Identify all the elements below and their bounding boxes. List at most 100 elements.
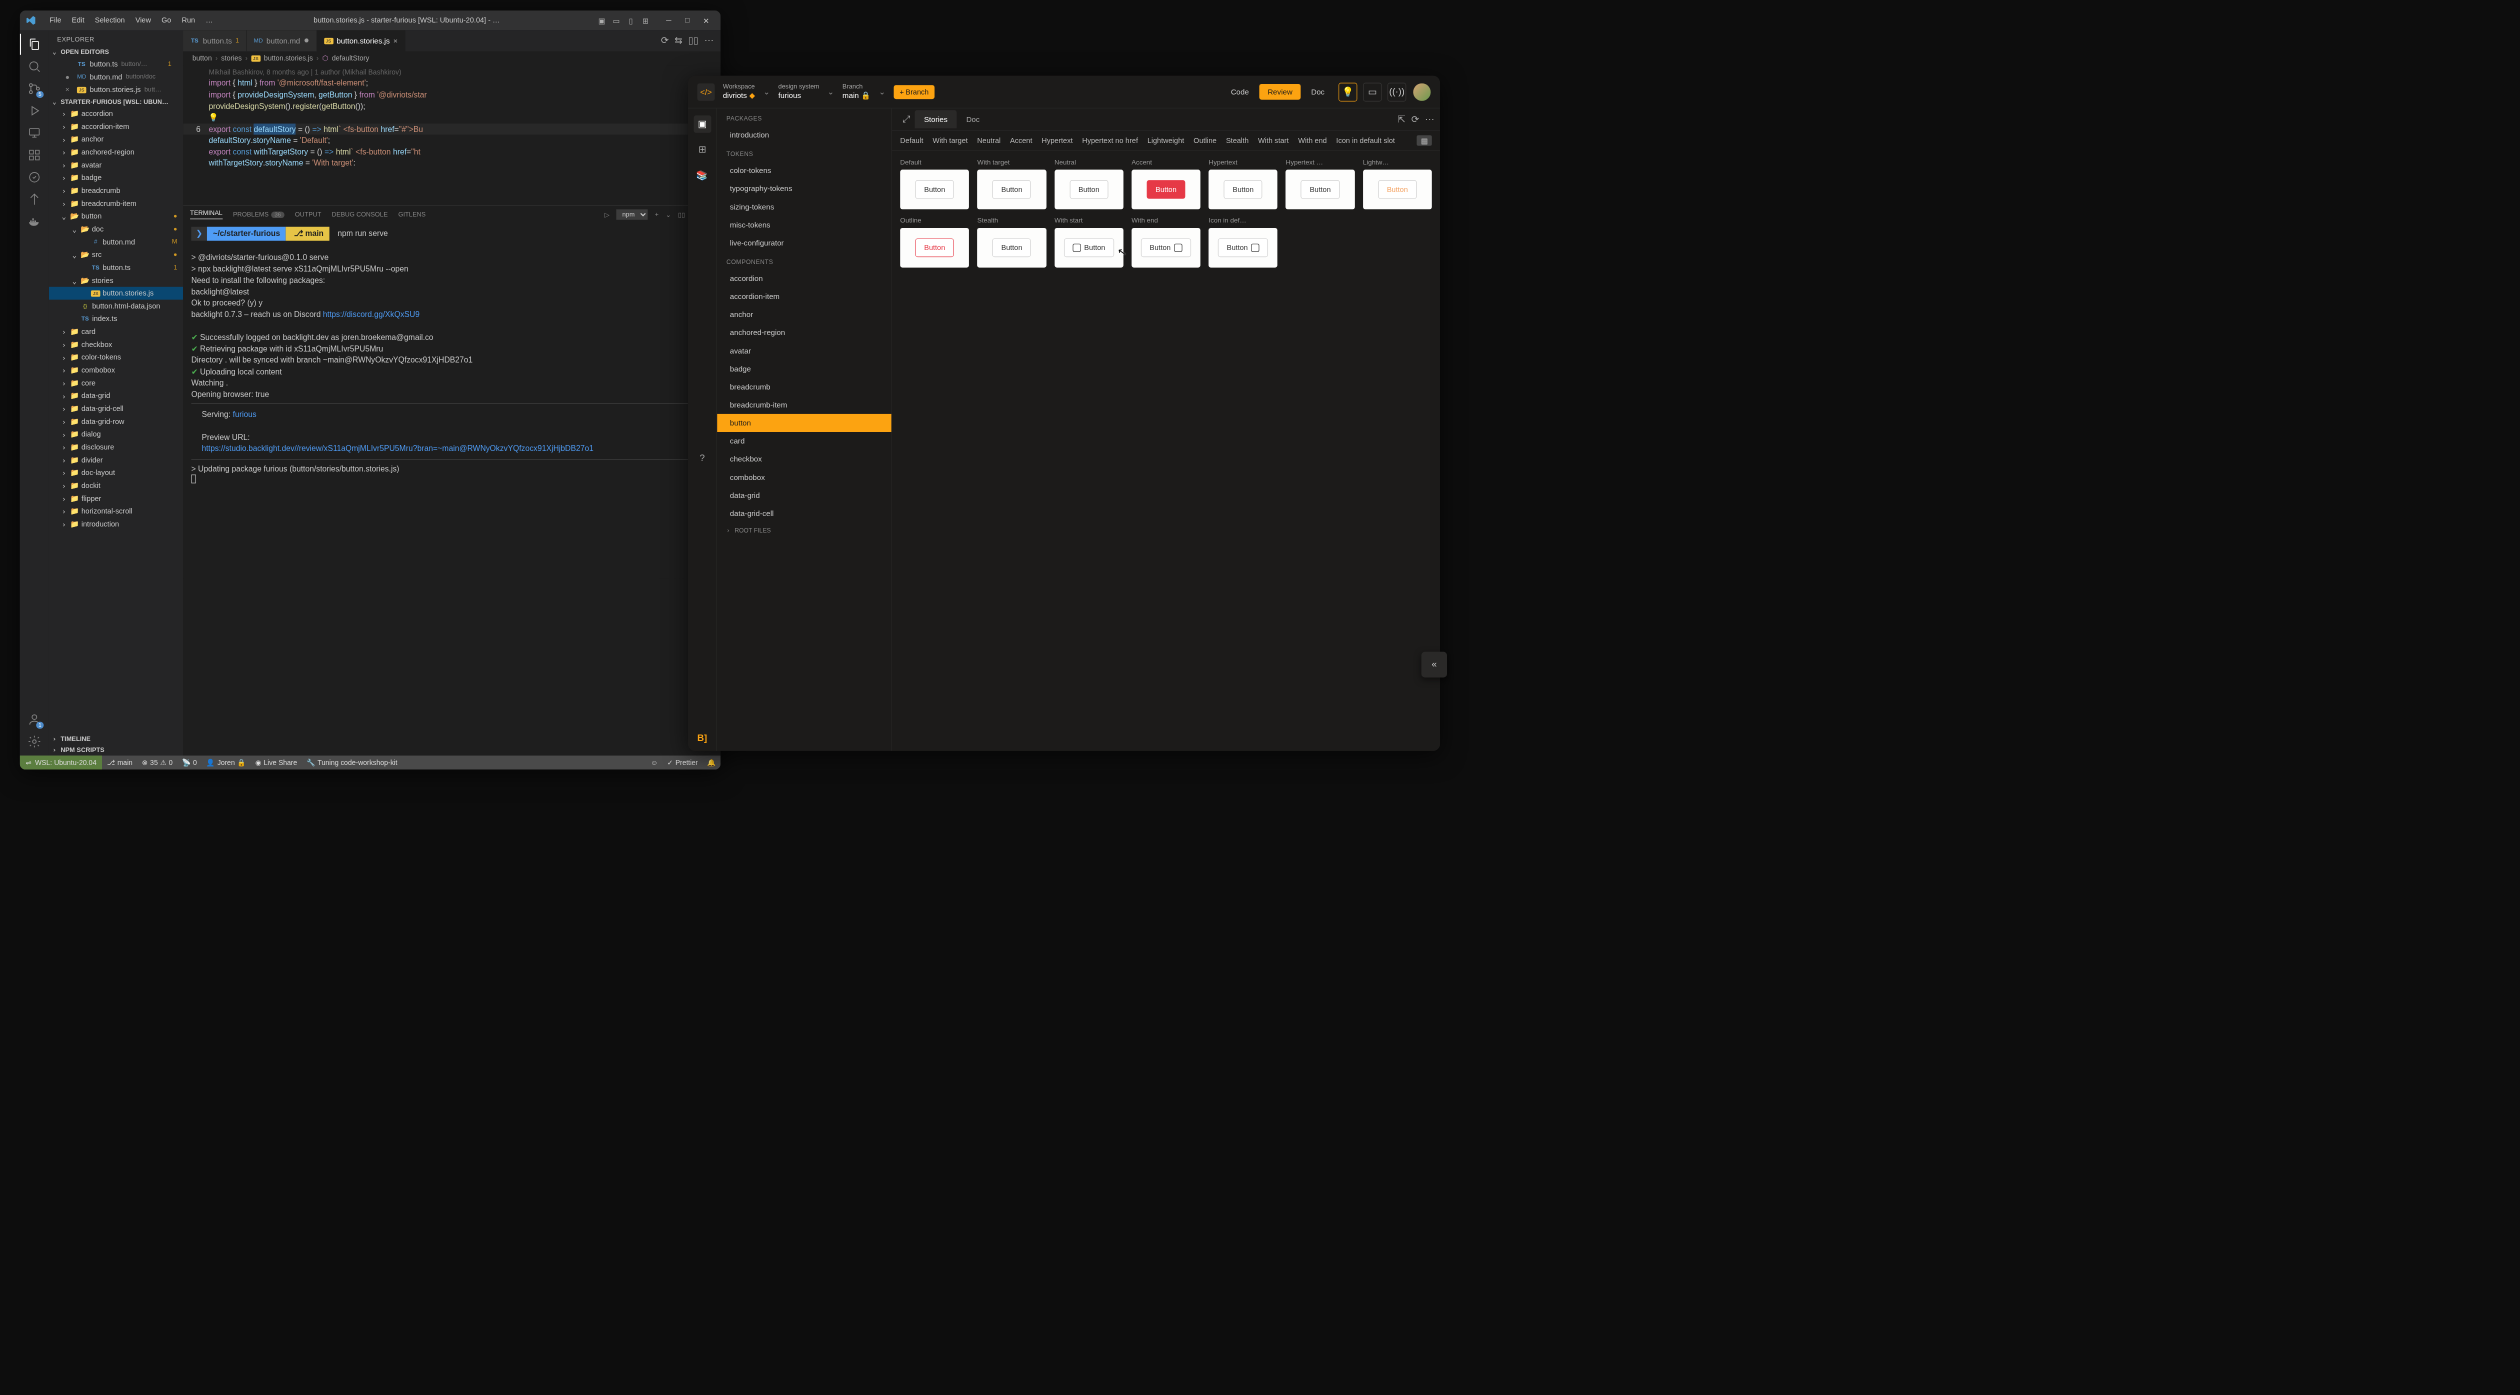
open-editor-item[interactable]: TSbutton.tsbutton/…1 <box>49 58 183 71</box>
tree-item-accordion[interactable]: ›📁accordion <box>49 107 183 120</box>
diff-icon[interactable]: ⇆ <box>675 35 683 47</box>
close-button[interactable]: ✕ <box>697 13 714 27</box>
tree-item-card[interactable]: ›📁card <box>49 325 183 338</box>
filter-outline[interactable]: Outline <box>1194 135 1217 145</box>
menu-go[interactable]: Go <box>156 16 176 24</box>
sidebar-item-avatar[interactable]: avatar <box>717 342 891 360</box>
tab-doc[interactable]: Doc <box>957 110 989 128</box>
maximize-button[interactable]: □ <box>679 13 696 27</box>
tree-item-avatar[interactable]: ›📁avatar <box>49 159 183 172</box>
chevron-down-icon[interactable]: ⌄ <box>763 87 770 97</box>
status-branch[interactable]: ⎇main <box>102 758 137 766</box>
tree-item-combobox[interactable]: ›📁combobox <box>49 364 183 377</box>
chevron-down-icon[interactable]: ⌄ <box>879 87 886 97</box>
task-icon[interactable]: ▷ <box>604 211 609 219</box>
tree-item-data-grid-row[interactable]: ›📁data-grid-row <box>49 415 183 428</box>
notification-icon[interactable]: ((·)) <box>1388 82 1407 101</box>
split-terminal-icon[interactable]: ▯▯ <box>678 211 685 219</box>
sidebar-item-data-grid[interactable]: data-grid <box>717 486 891 504</box>
new-branch-button[interactable]: +Branch <box>894 85 935 99</box>
filter-lightweight[interactable]: Lightweight <box>1147 135 1184 145</box>
explorer-icon[interactable] <box>26 36 42 52</box>
filter-with-target[interactable]: With target <box>933 135 968 145</box>
filter-icon-in-default-slot[interactable]: Icon in default slot <box>1336 135 1395 145</box>
library-icon[interactable]: 📚 <box>693 167 710 184</box>
open-editor-item[interactable]: ×JSbutton.stories.jsbutt… <box>49 83 183 96</box>
story-card-with-target[interactable]: With targetButton <box>977 159 1046 209</box>
sidebar-item-typography-tokens[interactable]: typography-tokens <box>717 180 891 198</box>
split-icon[interactable]: ▯▯ <box>688 35 698 47</box>
run-debug-icon[interactable] <box>26 103 42 119</box>
design-system-selector[interactable]: design system furious <box>778 83 819 100</box>
status-user[interactable]: 👤Joren🔒 <box>202 758 251 766</box>
filter-stealth[interactable]: Stealth <box>1226 135 1249 145</box>
story-card-hypertext[interactable]: HypertextButton <box>1209 159 1278 209</box>
editor-tab-button-stories-js[interactable]: JSbutton.stories.js× <box>317 30 405 51</box>
menu-edit[interactable]: Edit <box>67 16 90 24</box>
workspace-selector[interactable]: Workspace divriots ◆ <box>723 83 755 100</box>
sidebar-item-breadcrumb-item[interactable]: breadcrumb-item <box>717 396 891 414</box>
menu-file[interactable]: File <box>44 16 66 24</box>
terminal-dropdown-icon[interactable]: ⌄ <box>666 211 671 219</box>
tree-item-disclosure[interactable]: ›📁disclosure <box>49 441 183 454</box>
sidebar-item-misc-tokens[interactable]: misc-tokens <box>717 216 891 234</box>
filter-accent[interactable]: Accent <box>1010 135 1032 145</box>
tree-item-stories[interactable]: ⌄📂stories <box>49 274 183 287</box>
layout-customize-icon[interactable]: ⊞ <box>639 15 652 27</box>
nav-review[interactable]: Review <box>1259 84 1300 100</box>
status-prettier[interactable]: ✓Prettier <box>662 758 702 766</box>
sidebar-item-card[interactable]: card <box>717 432 891 450</box>
sidebar-item-anchored-region[interactable]: anchored-region <box>717 324 891 342</box>
open-external-icon[interactable]: ⇱ <box>1398 113 1406 125</box>
sidebar-item-combobox[interactable]: combobox <box>717 468 891 486</box>
lightbulb-icon[interactable]: 💡 <box>1339 82 1358 101</box>
open-editors-header[interactable]: ⌄OPEN EDITORS <box>49 47 183 58</box>
tree-item-dockit[interactable]: ›📁dockit <box>49 479 183 492</box>
menu-selection[interactable]: Selection <box>90 16 130 24</box>
story-card-default[interactable]: DefaultButton <box>900 159 969 209</box>
tree-item-doc-layout[interactable]: ›📁doc-layout <box>49 466 183 479</box>
menu-more[interactable]: … <box>200 16 218 24</box>
task-select[interactable]: npm <box>616 209 647 219</box>
tree-item-accordion-item[interactable]: ›📁accordion-item <box>49 120 183 133</box>
tree-item-divider[interactable]: ›📁divider <box>49 454 183 467</box>
workspace-header[interactable]: ⌄STARTER-FURIOUS [WSL: UBUN… <box>49 96 183 107</box>
status-port[interactable]: 📡0 <box>177 758 201 766</box>
nav-doc[interactable]: Doc <box>1303 84 1333 100</box>
close-icon[interactable]: × <box>393 36 397 45</box>
filter-hypertext-no-href[interactable]: Hypertext no href <box>1082 135 1138 145</box>
terminal[interactable]: ❯ ~/c/starter-furious ⎇ main npm run ser… <box>183 223 721 578</box>
discord-link[interactable]: https://discord.gg/XkQxSU9 <box>323 310 420 319</box>
timeline-header[interactable]: ›TIMELINE <box>49 733 183 744</box>
tree-item-button-md[interactable]: #button.mdM <box>49 236 183 249</box>
filter-default[interactable]: Default <box>900 135 923 145</box>
tree-item-breadcrumb-item[interactable]: ›📁breadcrumb-item <box>49 197 183 210</box>
tree-item-button-html-data-json[interactable]: {}button.html-data.json <box>49 300 183 313</box>
tab-problems[interactable]: PROBLEMS36 <box>233 211 284 218</box>
tree-item-button-ts[interactable]: TSbutton.ts1 <box>49 261 183 274</box>
tab-terminal[interactable]: TERMINAL <box>190 210 222 219</box>
search-icon[interactable] <box>26 58 42 74</box>
tree-item-anchor[interactable]: ›📁anchor <box>49 133 183 146</box>
story-card-outline[interactable]: OutlineButton <box>900 217 969 267</box>
docker-icon[interactable] <box>26 213 42 229</box>
backlight-brand-icon[interactable]: B] <box>697 733 707 743</box>
story-card-neutral[interactable]: NeutralButton <box>1054 159 1123 209</box>
npm-scripts-header[interactable]: ›NPM SCRIPTS <box>49 744 183 755</box>
filter-with-start[interactable]: With start <box>1258 135 1289 145</box>
branch-selector[interactable]: Branch main 🔒 <box>842 83 870 100</box>
editor[interactable]: Mikhail Bashkirov, 8 months ago | 1 auth… <box>183 65 721 205</box>
collapse-panel-button[interactable]: « <box>1421 652 1447 678</box>
tree-item-badge[interactable]: ›📁badge <box>49 171 183 184</box>
sidebar-item-breadcrumb[interactable]: breadcrumb <box>717 378 891 396</box>
status-liveshare[interactable]: ◉Live Share <box>251 758 302 766</box>
settings-icon[interactable] <box>26 733 42 749</box>
tab-debug[interactable]: DEBUG CONSOLE <box>332 211 388 218</box>
menu-view[interactable]: View <box>130 16 156 24</box>
status-tuning[interactable]: 🔧Tuning code-workshop-kit <box>302 758 402 766</box>
tree-item-horizontal-scroll[interactable]: ›📁horizontal-scroll <box>49 505 183 518</box>
layout-right-icon[interactable]: ▯ <box>624 15 637 27</box>
tree-item-dialog[interactable]: ›📁dialog <box>49 428 183 441</box>
source-control-icon[interactable]: 5 <box>26 80 42 96</box>
new-terminal-icon[interactable]: + <box>655 211 659 218</box>
